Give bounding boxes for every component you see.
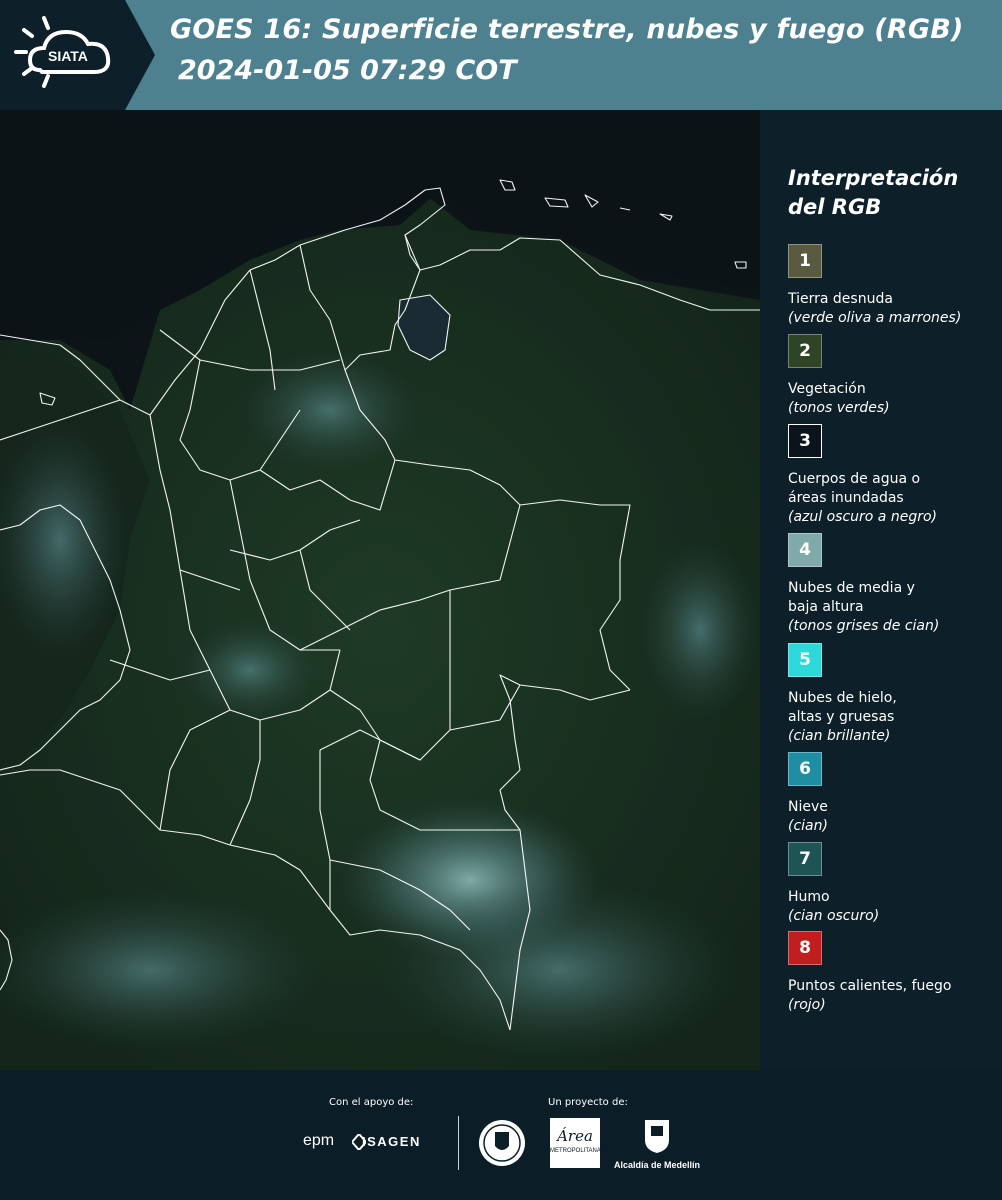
legend-swatch-2: 2 <box>788 334 822 368</box>
footer: Con el apoyo de: Un proyecto de: epm ISA… <box>0 1070 1002 1200</box>
legend-sub-3: (azul oscuro a negro) <box>788 509 937 525</box>
alcaldia-text: Alcaldía de Medellín <box>613 1160 701 1170</box>
area-metropolitana-logo: Área METROPOLITANA <box>550 1118 601 1168</box>
legend-sub-4: (tonos grises de cian) <box>788 618 940 634</box>
legend-item-3: 3 Cuerpos de agua o áreas inundadas (azu… <box>788 424 1002 527</box>
footer-divider <box>458 1116 459 1170</box>
rgb-legend: Interpretación del RGB 1 Tierra desnuda … <box>770 110 1002 1070</box>
isagen-logo: ISAGEN <box>362 1134 421 1149</box>
legend-swatch-1: 1 <box>788 244 822 278</box>
medellin-shield-icon <box>645 1120 669 1153</box>
legend-label-6: Nieve <box>788 799 828 815</box>
page-title: GOES 16: Superficie terrestre, nubes y f… <box>170 14 964 45</box>
timestamp: 2024-01-05 07:29 COT <box>178 55 517 86</box>
legend-title: Interpretación del RGB <box>788 166 959 219</box>
legend-sub-7: (cian oscuro) <box>788 908 880 924</box>
legend-label-2: Vegetación <box>788 381 866 397</box>
support-label: Con el apoyo de: <box>329 1097 414 1108</box>
epm-logo: epm <box>303 1132 335 1149</box>
legend-swatch-7: 7 <box>788 842 822 876</box>
project-label: Un proyecto de: <box>548 1097 628 1108</box>
siata-logo: SIATA <box>0 0 155 110</box>
legend-item-8: 8 Puntos calientes, fuego (rojo) <box>788 931 1002 1015</box>
alcaldia-logo: Alcaldía de Medellín <box>613 1118 701 1170</box>
legend-item-5: 5 Nubes de hielo, altas y gruesas (cian … <box>788 643 1002 746</box>
legend-label-7: Humo <box>788 889 830 905</box>
legend-item-2: 2 Vegetación (tonos verdes) <box>788 334 1002 418</box>
header-bar: SIATA GOES 16: Superficie terrestre, nub… <box>0 0 1002 110</box>
legend-sub-1: (verde oliva a marrones) <box>788 310 962 326</box>
satellite-map[interactable] <box>0 110 760 1070</box>
legend-item-6: 6 Nieve (cian) <box>788 752 1002 836</box>
legend-label-3: Cuerpos de agua o áreas inundadas <box>788 471 921 506</box>
legend-label-5: Nubes de hielo, altas y gruesas <box>788 690 897 725</box>
legend-sub-5: (cian brillante) <box>788 728 891 744</box>
legend-item-4: 4 Nubes de media y baja altura (tonos gr… <box>788 533 1002 636</box>
legend-swatch-5: 5 <box>788 643 822 677</box>
legend-item-7: 7 Humo (cian oscuro) <box>788 842 1002 926</box>
metro-logo-text: Área <box>557 1127 593 1145</box>
legend-sub-8: (rojo) <box>788 997 826 1013</box>
legend-sub-6: (cian) <box>788 818 828 834</box>
legend-sub-2: (tonos verdes) <box>788 400 890 416</box>
legend-label-4: Nubes de media y baja altura <box>788 580 915 615</box>
legend-swatch-6: 6 <box>788 752 822 786</box>
legend-swatch-8: 8 <box>788 931 822 965</box>
legend-item-1: 1 Tierra desnuda (verde oliva a marrones… <box>788 244 1002 328</box>
legend-swatch-3: 3 <box>788 424 822 458</box>
legend-swatch-4: 4 <box>788 533 822 567</box>
logo-text: SIATA <box>48 48 88 64</box>
legend-label-8: Puntos calientes, fuego <box>788 978 952 994</box>
government-seal-icon <box>479 1120 525 1166</box>
legend-label-1: Tierra desnuda <box>788 291 893 307</box>
metro-logo-subtext: METROPOLITANA <box>550 1148 601 1154</box>
